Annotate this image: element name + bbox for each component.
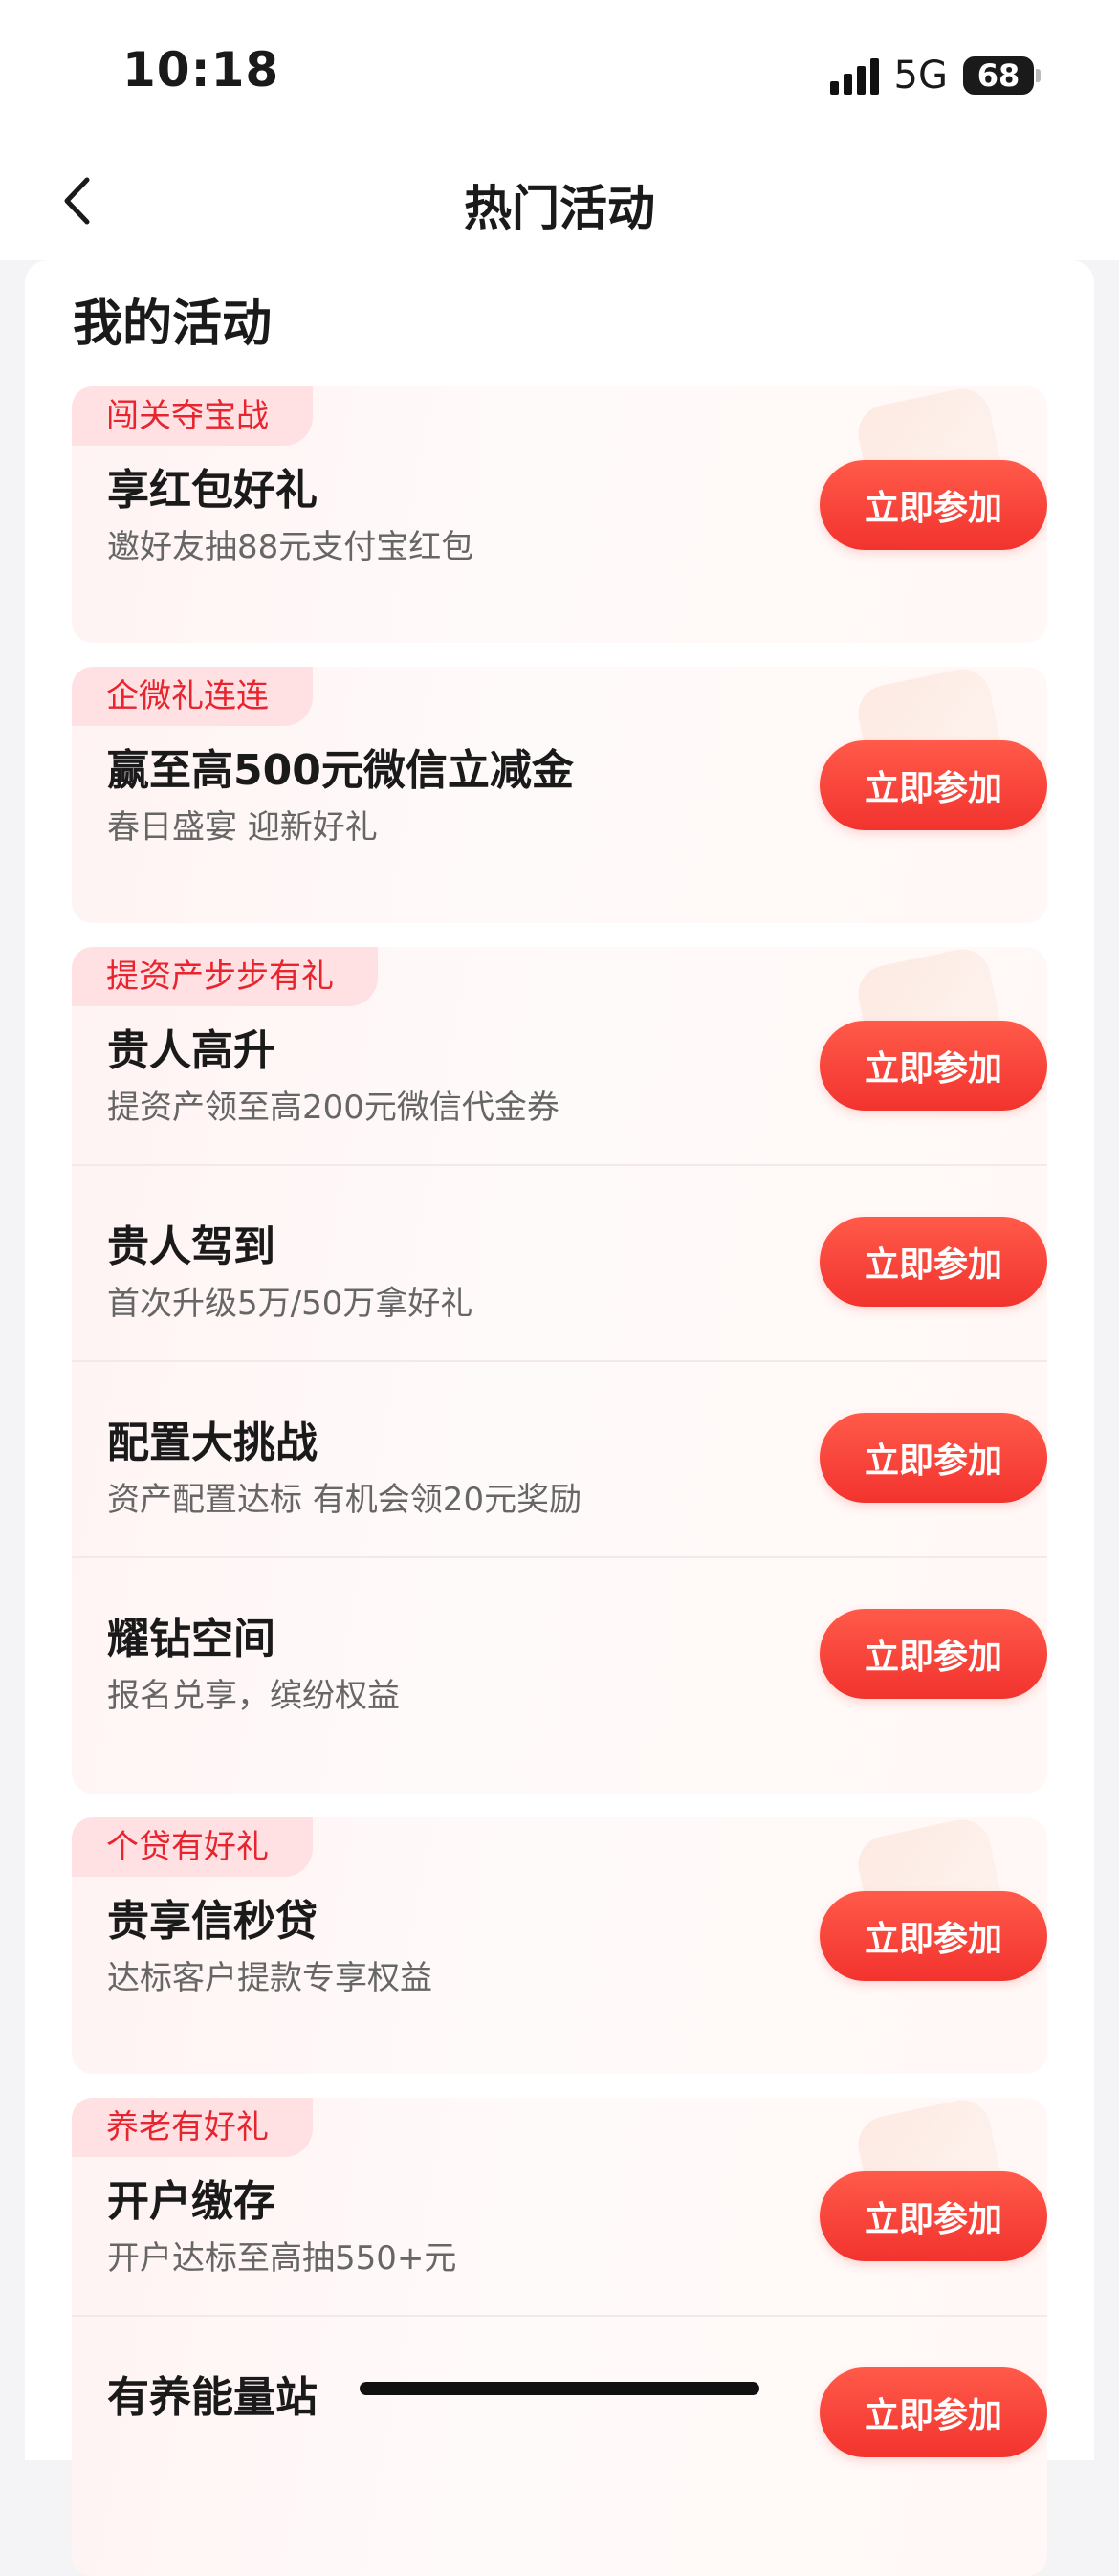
activity-title: 配置大挑战: [107, 1419, 318, 1467]
activity-subtitle: 春日盛宴 迎新好礼: [107, 808, 378, 847]
activity-title: 享红包好礼: [107, 466, 318, 515]
battery-level: 68: [963, 56, 1034, 95]
activity-subtitle: 开户达标至高抽550+元: [107, 2239, 457, 2278]
row-divider: [72, 2315, 1047, 2317]
activity-title: 贵人驾到: [107, 1222, 275, 1271]
activity-subtitle: 报名兑享，缤纷权益: [107, 1677, 400, 1715]
activity-card: 企微礼连连 赢至高500元微信立减金 春日盛宴 迎新好礼 立即参加: [72, 667, 1047, 923]
activity-card: 提资产步步有礼 贵人高升 提资产领至高200元微信代金券 立即参加 贵人驾到 首…: [72, 947, 1047, 1794]
row-divider: [72, 1360, 1047, 1362]
activity-subtitle: 资产配置达标 有机会领20元奖励: [107, 1481, 582, 1519]
section-title: 我的活动: [73, 296, 273, 353]
row-divider: [72, 1556, 1047, 1558]
join-button[interactable]: 立即参加: [820, 2171, 1047, 2261]
row-divider: [72, 1164, 1047, 1166]
join-button[interactable]: 立即参加: [820, 1891, 1047, 1981]
activity-row: 配置大挑战 资产配置达标 有机会领20元奖励 立即参加: [72, 1360, 1047, 1556]
activity-row: 开户缴存 开户达标至高抽550+元 立即参加: [72, 2119, 1047, 2315]
activity-row: 耀钻空间 报名兑享，缤纷权益 立即参加: [72, 1556, 1047, 1752]
join-button[interactable]: 立即参加: [820, 1609, 1047, 1699]
battery-icon: 68: [963, 56, 1041, 95]
join-button[interactable]: 立即参加: [820, 1413, 1047, 1503]
join-button[interactable]: 立即参加: [820, 1217, 1047, 1307]
activity-subtitle: 达标客户提款专享权益: [107, 1959, 432, 1997]
activity-row: 贵人高升 提资产领至高200元微信代金券 立即参加: [72, 968, 1047, 1164]
activity-row: 贵享信秒贷 达标客户提款专享权益 立即参加: [72, 1838, 1047, 2035]
activity-title: 贵享信秒贷: [107, 1897, 318, 1946]
status-bar: 10:18 5G 68: [0, 0, 1119, 143]
activity-card: 养老有好礼 开户缴存 开户达标至高抽550+元 立即参加 有养能量站 立即参加: [72, 2098, 1047, 2576]
join-button[interactable]: 立即参加: [820, 2367, 1047, 2457]
activity-title: 有养能量站: [107, 2373, 318, 2422]
activity-row: 贵人驾到 首次升级5万/50万拿好礼 立即参加: [72, 1164, 1047, 1360]
home-indicator: [360, 2382, 759, 2395]
activity-subtitle: 首次升级5万/50万拿好礼: [107, 1285, 473, 1323]
join-button[interactable]: 立即参加: [820, 460, 1047, 550]
activity-row: 有养能量站 立即参加: [72, 2315, 1047, 2511]
activity-title: 贵人高升: [107, 1026, 275, 1075]
activity-row: 享红包好礼 邀好友抽88元支付宝红包 立即参加: [72, 407, 1047, 604]
activity-title: 赢至高500元微信立减金: [107, 746, 574, 795]
activity-subtitle: 邀好友抽88元支付宝红包: [107, 528, 474, 566]
activity-panel: 我的活动 闯关夺宝战 享红包好礼 邀好友抽88元支付宝红包 立即参加 企微礼连连…: [25, 260, 1094, 2576]
network-type: 5G: [893, 54, 948, 98]
activity-title: 耀钻空间: [107, 1615, 275, 1663]
signal-icon: [829, 56, 879, 95]
page-title: 热门活动: [464, 181, 655, 236]
activity-row: 赢至高500元微信立减金 春日盛宴 迎新好礼 立即参加: [72, 688, 1047, 884]
activity-card: 闯关夺宝战 享红包好礼 邀好友抽88元支付宝红包 立即参加: [72, 386, 1047, 643]
activity-subtitle: 提资产领至高200元微信代金券: [107, 1089, 560, 1127]
nav-bar: 热门活动: [0, 143, 1119, 260]
activity-title: 开户缴存: [107, 2177, 275, 2226]
join-button[interactable]: 立即参加: [820, 1021, 1047, 1111]
join-button[interactable]: 立即参加: [820, 740, 1047, 830]
status-time: 10:18: [122, 42, 280, 98]
status-indicators: 5G 68: [829, 50, 1041, 101]
activity-card: 个贷有好礼 贵享信秒贷 达标客户提款专享权益 立即参加: [72, 1817, 1047, 2074]
